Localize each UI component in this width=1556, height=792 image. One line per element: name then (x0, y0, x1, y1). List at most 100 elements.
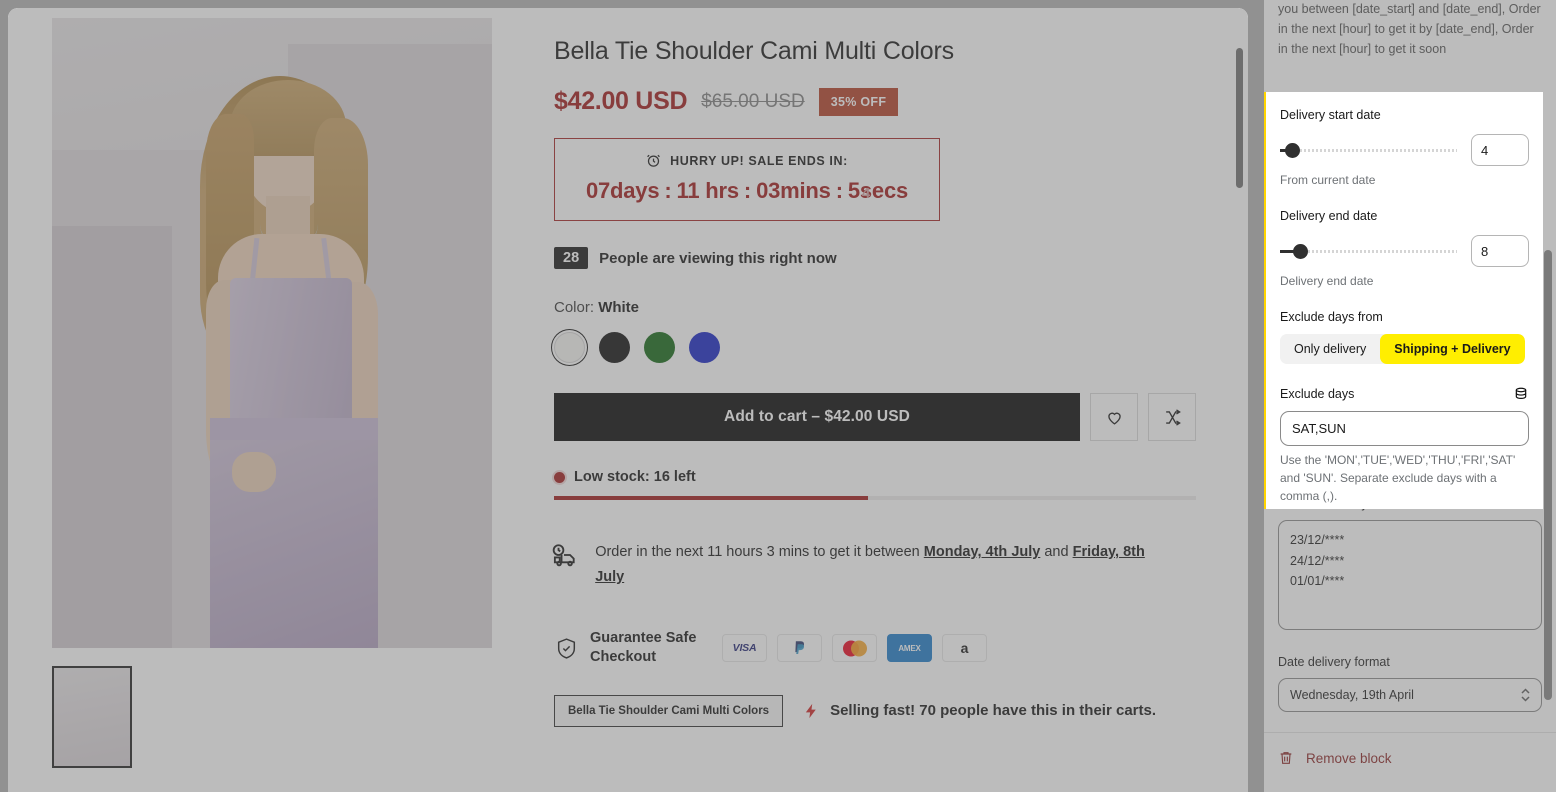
exclude-days-from-field: Exclude days from Only delivery Shipping… (1280, 310, 1529, 364)
product-main-image[interactable] (52, 18, 492, 648)
delivery-start-date-input[interactable] (1471, 134, 1529, 166)
date-delivery-format-label: Date delivery format (1278, 655, 1390, 670)
setting-help-top: you between [date_start] and [date_end],… (1278, 2, 1541, 56)
color-swatch-black[interactable] (599, 332, 630, 363)
countdown-seconds: 5 (847, 178, 860, 203)
theme-preview-frame: Bella Tie Shoulder Cami Multi Colors $42… (8, 8, 1248, 792)
product-tag-button[interactable]: Bella Tie Shoulder Cami Multi Colors (554, 694, 784, 727)
product-title: Bella Tie Shoulder Cami Multi Colors (554, 37, 954, 65)
color-swatch-green[interactable] (644, 332, 675, 363)
delivery-date-start: Monday, 4th July (923, 544, 1041, 560)
product-gallery (8, 8, 520, 792)
mastercard-glyph-icon (842, 640, 867, 657)
delivery-start-date-slider[interactable] (1280, 142, 1457, 158)
discount-badge: 35% OFF (818, 87, 899, 116)
paypal-glyph-icon (795, 640, 805, 654)
thumbnail-strip (52, 666, 520, 768)
color-swatch-white[interactable] (554, 332, 585, 363)
visa-icon: VISA (722, 634, 767, 663)
date-delivery-format-field: Date delivery format Wednesday, 19th Apr… (1264, 655, 1556, 713)
shield-check-icon (557, 637, 576, 659)
viewers-count-badge: 28 (554, 247, 589, 269)
estimated-delivery-text: Order in the next 11 hours 3 mins to get… (595, 540, 1162, 589)
preview-scrollbar-thumb[interactable] (1236, 48, 1243, 188)
countdown-minutes: 03mins (756, 178, 831, 203)
cart-actions: Add to cart – $42.00 USD (554, 393, 1196, 441)
stock-progress-fill (554, 496, 868, 500)
exclude-days-help: Use the 'MON','TUE','WED','THU','FRI','S… (1280, 453, 1516, 503)
model-figure (148, 66, 448, 648)
countdown-seconds-wrap: 54 (847, 178, 870, 204)
alarm-clock-icon (647, 154, 661, 167)
slider-knob[interactable] (1293, 243, 1308, 259)
delivery-end-date-field: Delivery end date Delivery end date (1280, 209, 1529, 290)
exclude-days-label-row: Exclude days (1280, 386, 1529, 402)
exclude-holidays-textarea[interactable]: 23/12/**** 24/12/**** 01/01/**** (1278, 520, 1542, 631)
preview-scrollbar[interactable] (1236, 16, 1243, 784)
slider-track (1280, 149, 1457, 152)
sale-countdown: HURRY UP! SALE ENDS IN: 07days : 11 hrs … (554, 138, 940, 221)
guarantee-label: Guarantee Safe Checkout (590, 630, 697, 666)
paypal-icon (777, 634, 822, 663)
segment-shipping-delivery[interactable]: Shipping + Delivery (1380, 334, 1525, 364)
delivery-start-date-help: From current date (1280, 173, 1376, 187)
chevron-updown-icon (1521, 688, 1530, 702)
exclude-days-field: Exclude days Use the 'MON','TUE','WED','… (1280, 386, 1529, 505)
delivery-start-date-slider-row (1280, 134, 1529, 166)
delivery-prefix: Order in the next 11 hours 3 mins to get… (595, 544, 924, 560)
wishlist-button[interactable] (1090, 393, 1138, 441)
delivery-end-date-help: Delivery end date (1280, 274, 1374, 288)
viewers-label: People are viewing this right now (599, 249, 837, 267)
countdown-hours: 11 hrs (676, 178, 740, 203)
color-label-prefix: Color: (554, 299, 595, 316)
stock-dot-icon (554, 471, 565, 483)
price-row: $42.00 USD $65.00 USD 35% OFF (554, 87, 1196, 116)
delivery-end-date-slider[interactable] (1280, 243, 1457, 259)
countdown-heading-row: HURRY UP! SALE ENDS IN: (565, 153, 929, 168)
settings-scrollbar-thumb[interactable] (1544, 250, 1552, 700)
compare-icon (1165, 408, 1181, 426)
countdown-timer: 07days : 11 hrs : 03mins : 54 secs (565, 178, 929, 204)
color-swatch-blue[interactable] (689, 332, 720, 363)
trash-icon (1280, 752, 1292, 765)
remove-block-button[interactable]: Remove block (1264, 733, 1556, 767)
stock-progress-track (554, 496, 1196, 500)
heart-icon (1107, 412, 1121, 425)
delivery-joiner: and (1040, 544, 1073, 560)
delivery-truck-icon (552, 544, 575, 567)
countdown-seconds-ghost: 4 (861, 185, 870, 202)
product-thumbnail-1[interactable] (52, 666, 132, 768)
estimated-delivery-box: Order in the next 11 hours 3 mins to get… (532, 522, 1182, 608)
exclude-days-from-segmented: Only delivery Shipping + Delivery (1280, 334, 1525, 364)
guarantee-block: Guarantee Safe Checkout (554, 629, 702, 667)
stock-text: Low stock: 16 left (574, 469, 696, 485)
delivery-end-date-label: Delivery end date (1280, 209, 1378, 223)
delivery-end-date-input[interactable] (1471, 235, 1529, 267)
remove-block-label: Remove block (1306, 750, 1392, 766)
price-compare-at: $65.00 USD (701, 90, 805, 112)
product-page: Bella Tie Shoulder Cami Multi Colors $42… (8, 8, 1248, 792)
database-icon[interactable] (1513, 386, 1529, 402)
live-viewers: 28 People are viewing this right now (554, 247, 1196, 269)
delivery-start-date-label: Delivery start date (1280, 108, 1381, 122)
amex-icon: AMEX (887, 634, 932, 663)
exclude-days-label: Exclude days (1280, 387, 1355, 401)
selling-fast-text: Selling fast! 70 people have this in the… (830, 702, 1157, 720)
payment-icons: VISA AMEX a (722, 634, 987, 663)
slider-knob[interactable] (1285, 142, 1300, 158)
segment-only-delivery[interactable]: Only delivery (1280, 334, 1380, 364)
color-swatches (554, 332, 1196, 363)
amazon-icon: a (942, 634, 987, 663)
countdown-days: 07days (585, 178, 660, 203)
add-to-cart-button[interactable]: Add to cart – $42.00 USD (554, 393, 1080, 441)
date-delivery-format-select-wrap: Wednesday, 19th April (1278, 678, 1542, 713)
product-bottom-row: Bella Tie Shoulder Cami Multi Colors Sel… (554, 694, 1196, 727)
date-delivery-format-select[interactable]: Wednesday, 19th April (1278, 678, 1542, 713)
countdown-heading: HURRY UP! SALE ENDS IN: (670, 153, 848, 168)
exclude-days-input[interactable] (1280, 411, 1529, 446)
compare-button[interactable] (1148, 393, 1196, 441)
exclude-days-from-label: Exclude days from (1280, 310, 1383, 324)
price-current: $42.00 USD (554, 87, 688, 115)
stock-indicator: Low stock: 16 left (554, 469, 1196, 500)
selling-fast-row: Selling fast! 70 people have this in the… (803, 701, 1156, 721)
